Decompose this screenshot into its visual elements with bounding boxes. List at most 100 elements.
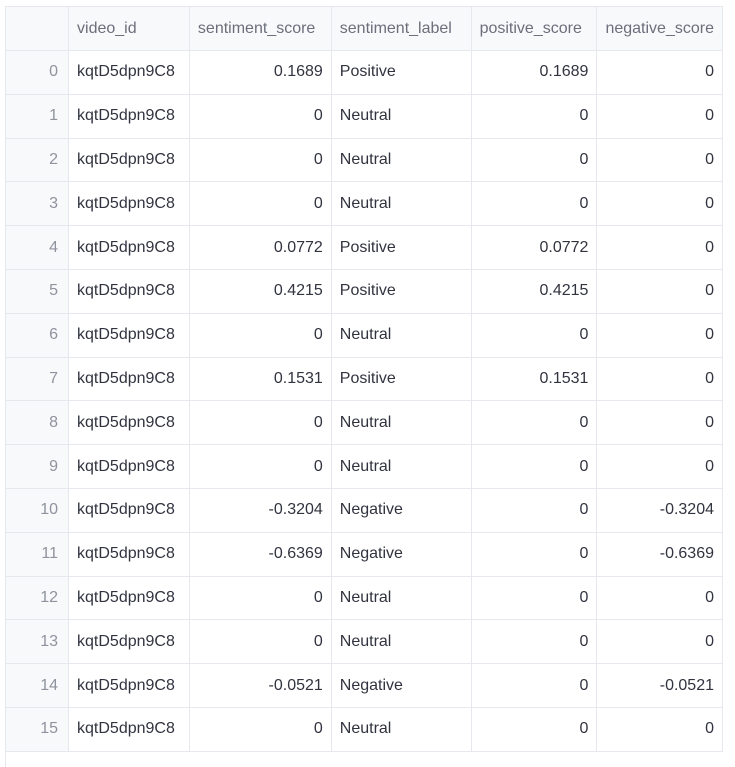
video-id-cell[interactable]: kqtD5dpn9C8: [68, 707, 190, 752]
column-header-sentiment-score[interactable]: sentiment_score: [189, 7, 332, 51]
video-id-cell[interactable]: kqtD5dpn9C8: [68, 138, 190, 183]
column-header-sentiment-label[interactable]: sentiment_label: [331, 7, 472, 51]
negative-score-cell[interactable]: 0: [596, 444, 723, 489]
row-index-cell[interactable]: 1: [6, 94, 70, 139]
column-header-positive-score[interactable]: positive_score: [471, 7, 598, 51]
negative-score-cell[interactable]: 0: [596, 94, 723, 139]
positive-score-cell[interactable]: 0: [471, 532, 598, 577]
sentiment-label-cell[interactable]: Neutral: [331, 138, 472, 183]
row-index-cell[interactable]: 2: [6, 138, 70, 183]
sentiment-label-cell[interactable]: Neutral: [331, 707, 472, 752]
dataframe-grid[interactable]: video_id sentiment_score sentiment_label…: [5, 6, 723, 767]
negative-score-cell[interactable]: 0: [596, 576, 723, 621]
video-id-cell[interactable]: kqtD5dpn9C8: [68, 619, 190, 665]
positive-score-cell[interactable]: 0: [471, 488, 598, 533]
sentiment-score-cell[interactable]: -0.6369: [189, 532, 332, 577]
row-index-cell[interactable]: 6: [6, 313, 70, 358]
positive-score-cell[interactable]: 0.1531: [471, 357, 598, 402]
negative-score-cell[interactable]: 0: [596, 357, 723, 402]
sentiment-score-cell[interactable]: 0: [189, 181, 332, 227]
row-index-cell[interactable]: 5: [6, 269, 70, 314]
negative-score-cell[interactable]: 0: [596, 181, 723, 227]
positive-score-cell[interactable]: 0: [471, 94, 598, 139]
sentiment-label-cell[interactable]: Neutral: [331, 576, 472, 621]
video-id-cell[interactable]: kqtD5dpn9C8: [68, 50, 190, 95]
sentiment-label-cell[interactable]: Neutral: [331, 619, 472, 665]
sentiment-label-cell[interactable]: Positive: [331, 357, 472, 402]
row-index-cell[interactable]: 14: [6, 663, 70, 708]
sentiment-score-cell[interactable]: 0.1689: [189, 50, 332, 95]
sentiment-label-cell[interactable]: Negative: [331, 663, 472, 708]
negative-score-cell[interactable]: 0: [596, 225, 723, 270]
positive-score-cell[interactable]: 0: [471, 619, 598, 665]
video-id-cell[interactable]: kqtD5dpn9C8: [68, 444, 190, 489]
row-index-cell[interactable]: 8: [6, 400, 70, 446]
index-column-header[interactable]: [6, 7, 70, 51]
video-id-cell[interactable]: kqtD5dpn9C8: [68, 94, 190, 139]
row-index-cell[interactable]: 3: [6, 181, 70, 227]
negative-score-cell[interactable]: 0: [596, 707, 723, 752]
positive-score-cell[interactable]: 0: [471, 576, 598, 621]
sentiment-score-cell[interactable]: 0: [189, 619, 332, 665]
sentiment-label-cell[interactable]: Positive: [331, 225, 472, 270]
negative-score-cell[interactable]: 0: [596, 50, 723, 95]
sentiment-score-cell[interactable]: 0: [189, 576, 332, 621]
negative-score-cell[interactable]: 0: [596, 619, 723, 665]
sentiment-score-cell[interactable]: 0: [189, 707, 332, 752]
negative-score-cell[interactable]: 0: [596, 400, 723, 446]
video-id-cell[interactable]: kqtD5dpn9C8: [68, 181, 190, 227]
video-id-cell[interactable]: kqtD5dpn9C8: [68, 269, 190, 314]
sentiment-label-cell[interactable]: Positive: [331, 269, 472, 314]
row-index-cell[interactable]: 0: [6, 50, 70, 95]
video-id-cell[interactable]: kqtD5dpn9C8: [68, 532, 190, 577]
sentiment-score-cell[interactable]: 0.4215: [189, 269, 332, 314]
sentiment-score-cell[interactable]: 0: [189, 400, 332, 446]
column-header-negative-score[interactable]: negative_score: [596, 7, 723, 51]
sentiment-label-cell[interactable]: Positive: [331, 50, 472, 95]
negative-score-cell[interactable]: -0.3204: [596, 488, 723, 533]
sentiment-label-cell[interactable]: Negative: [331, 532, 472, 577]
negative-score-cell[interactable]: -0.6369: [596, 532, 723, 577]
sentiment-score-cell[interactable]: -0.0521: [189, 663, 332, 708]
positive-score-cell[interactable]: 0.1689: [471, 50, 598, 95]
negative-score-cell[interactable]: 0: [596, 138, 723, 183]
row-index-cell[interactable]: 9: [6, 444, 70, 489]
sentiment-label-cell[interactable]: Neutral: [331, 400, 472, 446]
positive-score-cell[interactable]: 0.0772: [471, 225, 598, 270]
negative-score-cell[interactable]: 0: [596, 313, 723, 358]
video-id-cell[interactable]: kqtD5dpn9C8: [68, 663, 190, 708]
positive-score-cell[interactable]: 0: [471, 663, 598, 708]
video-id-cell[interactable]: kqtD5dpn9C8: [68, 225, 190, 270]
positive-score-cell[interactable]: 0: [471, 313, 598, 358]
sentiment-label-cell[interactable]: Neutral: [331, 444, 472, 489]
video-id-cell[interactable]: kqtD5dpn9C8: [68, 488, 190, 533]
positive-score-cell[interactable]: 0: [471, 181, 598, 227]
positive-score-cell[interactable]: 0: [471, 444, 598, 489]
positive-score-cell[interactable]: 0: [471, 400, 598, 446]
row-index-cell[interactable]: 7: [6, 357, 70, 402]
row-index-cell[interactable]: 4: [6, 225, 70, 270]
sentiment-score-cell[interactable]: 0: [189, 313, 332, 358]
positive-score-cell[interactable]: 0: [471, 138, 598, 183]
video-id-cell[interactable]: kqtD5dpn9C8: [68, 313, 190, 358]
sentiment-label-cell[interactable]: Neutral: [331, 313, 472, 358]
row-index-cell[interactable]: 10: [6, 488, 70, 533]
sentiment-score-cell[interactable]: 0: [189, 94, 332, 139]
sentiment-score-cell[interactable]: -0.3204: [189, 488, 332, 533]
sentiment-label-cell[interactable]: Neutral: [331, 94, 472, 139]
column-header-video-id[interactable]: video_id: [68, 7, 190, 51]
negative-score-cell[interactable]: 0: [596, 269, 723, 314]
sentiment-score-cell[interactable]: 0.1531: [189, 357, 332, 402]
row-index-cell[interactable]: 13: [6, 619, 70, 665]
positive-score-cell[interactable]: 0: [471, 707, 598, 752]
negative-score-cell[interactable]: -0.0521: [596, 663, 723, 708]
video-id-cell[interactable]: kqtD5dpn9C8: [68, 576, 190, 621]
positive-score-cell[interactable]: 0.4215: [471, 269, 598, 314]
sentiment-score-cell[interactable]: 0.0772: [189, 225, 332, 270]
sentiment-label-cell[interactable]: Negative: [331, 488, 472, 533]
row-index-cell[interactable]: 11: [6, 532, 70, 577]
sentiment-label-cell[interactable]: Neutral: [331, 181, 472, 227]
row-index-cell[interactable]: 12: [6, 576, 70, 621]
video-id-cell[interactable]: kqtD5dpn9C8: [68, 400, 190, 446]
row-index-cell[interactable]: 15: [6, 707, 70, 752]
